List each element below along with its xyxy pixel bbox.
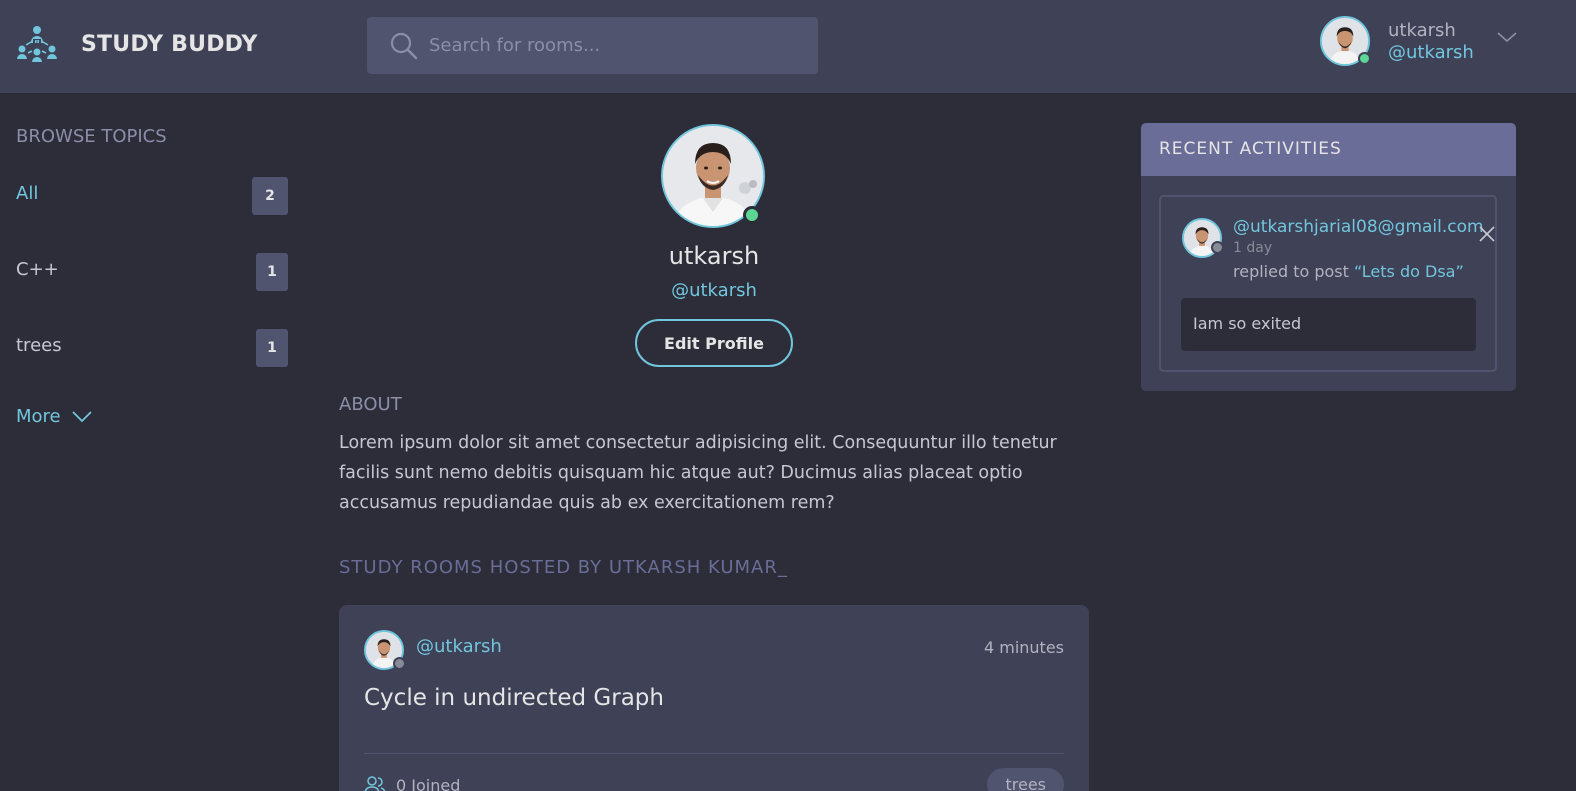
more-topics-button[interactable]: More — [16, 406, 93, 427]
logo[interactable]: STUDY BUDDY — [16, 25, 257, 65]
close-icon[interactable] — [1478, 225, 1496, 243]
topic-name: All — [16, 183, 39, 204]
top-navbar: STUDY BUDDY utkarsh @utkarsh — [0, 0, 1576, 93]
room-host-avatar[interactable] — [364, 630, 406, 670]
online-status-dot — [1358, 52, 1371, 65]
activities-title: RECENT ACTIVITIES — [1159, 139, 1342, 159]
user-name: utkarsh — [1388, 20, 1456, 41]
more-label: More — [16, 406, 61, 427]
offline-status-dot — [393, 657, 406, 670]
room-title-link[interactable]: Cycle in undirected Graph — [364, 685, 664, 711]
topic-item-all[interactable]: All 2 — [16, 177, 288, 217]
topic-item-trees[interactable]: trees 1 — [16, 329, 288, 369]
room-divider — [364, 753, 1064, 754]
activity-item: @utkarshjarial08@gmail.com 1 day replied… — [1159, 195, 1497, 372]
offline-status-dot — [1211, 241, 1224, 254]
joined-count: 0 Joined — [396, 775, 461, 791]
search-bar[interactable] — [367, 17, 818, 74]
profile-avatar — [661, 124, 765, 228]
user-avatar[interactable] — [1320, 16, 1371, 66]
user-handle: @utkarsh — [1388, 42, 1474, 63]
activity-user-link[interactable]: @utkarshjarial08@gmail.com — [1233, 217, 1484, 237]
room-host-link[interactable]: @utkarsh — [416, 636, 502, 657]
activity-post-link[interactable]: “Lets do Dsa” — [1354, 262, 1464, 281]
user-menu[interactable]: utkarsh @utkarsh — [1320, 16, 1520, 70]
about-text: Lorem ipsum dolor sit amet consectetur a… — [339, 433, 1057, 513]
search-icon — [390, 32, 418, 60]
search-input[interactable] — [429, 27, 799, 63]
activity-action: replied to post — [1233, 262, 1354, 281]
chevron-down-icon — [71, 410, 92, 422]
sidebar-title: BROWSE TOPICS — [16, 126, 167, 147]
about-heading: ABOUT — [339, 394, 402, 415]
hosted-rooms-heading: STUDY ROOMS HOSTED BY UTKARSH KUMAR_ — [339, 557, 788, 578]
logo-text: STUDY BUDDY — [81, 32, 258, 57]
topic-name: trees — [16, 335, 62, 356]
activity-reply-text: Iam so exited — [1193, 314, 1302, 333]
room-timestamp: 4 minutes — [983, 638, 1064, 657]
activity-user-avatar[interactable] — [1182, 218, 1224, 258]
chevron-down-icon[interactable] — [1496, 30, 1518, 44]
edit-profile-button[interactable]: Edit Profile — [635, 319, 793, 367]
users-icon — [364, 776, 386, 791]
recent-activities-panel: RECENT ACTIVITIES @utkarshjarial08@gmail… — [1141, 123, 1516, 391]
room-card[interactable]: @utkarsh 4 minutes Cycle in undirected G… — [339, 605, 1089, 791]
online-status-dot — [743, 206, 761, 224]
activity-description: replied to post “Lets do Dsa” — [1233, 262, 1464, 281]
topic-count-badge: 1 — [256, 329, 288, 367]
activity-time: 1 day — [1233, 240, 1273, 256]
topic-count-badge: 2 — [252, 177, 288, 215]
activities-header: RECENT ACTIVITIES — [1141, 123, 1516, 176]
study-group-logo-icon — [17, 26, 57, 62]
room-topic-tag[interactable]: trees — [987, 768, 1064, 791]
activity-reply-box: Iam so exited — [1181, 298, 1476, 351]
room-joined: 0 Joined — [364, 775, 460, 791]
